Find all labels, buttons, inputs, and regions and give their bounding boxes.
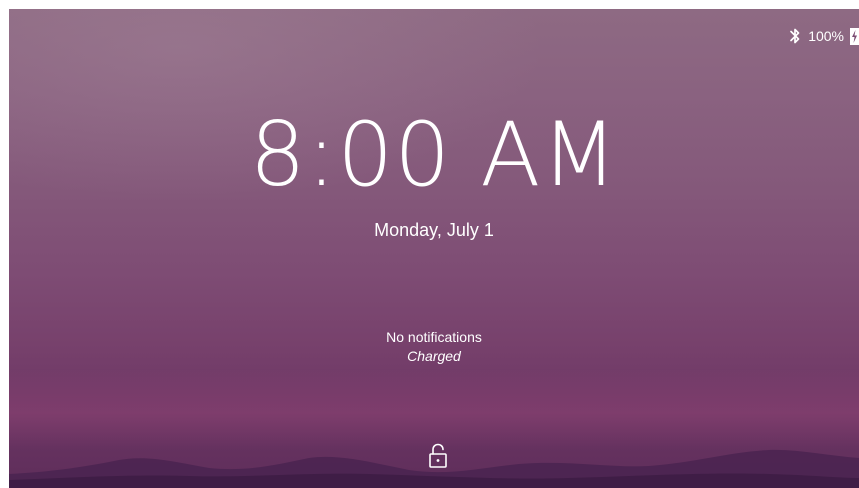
battery-percent: 100%	[808, 28, 844, 44]
lock-screen[interactable]: 100% 8:00 AM Monday, July 1 No notificat…	[9, 9, 859, 488]
status-bar: 100%	[788, 25, 859, 47]
notifications-summary: No notifications	[386, 329, 482, 345]
unlock-icon[interactable]	[427, 443, 449, 469]
battery-charging-icon	[850, 28, 859, 45]
bluetooth-icon	[790, 28, 800, 44]
notification-area: No notifications Charged	[9, 328, 859, 366]
clock-time: 8:00 AM	[249, 103, 619, 206]
clock-date: Monday, July 1	[374, 220, 494, 240]
battery-state-text: Charged	[407, 348, 461, 364]
